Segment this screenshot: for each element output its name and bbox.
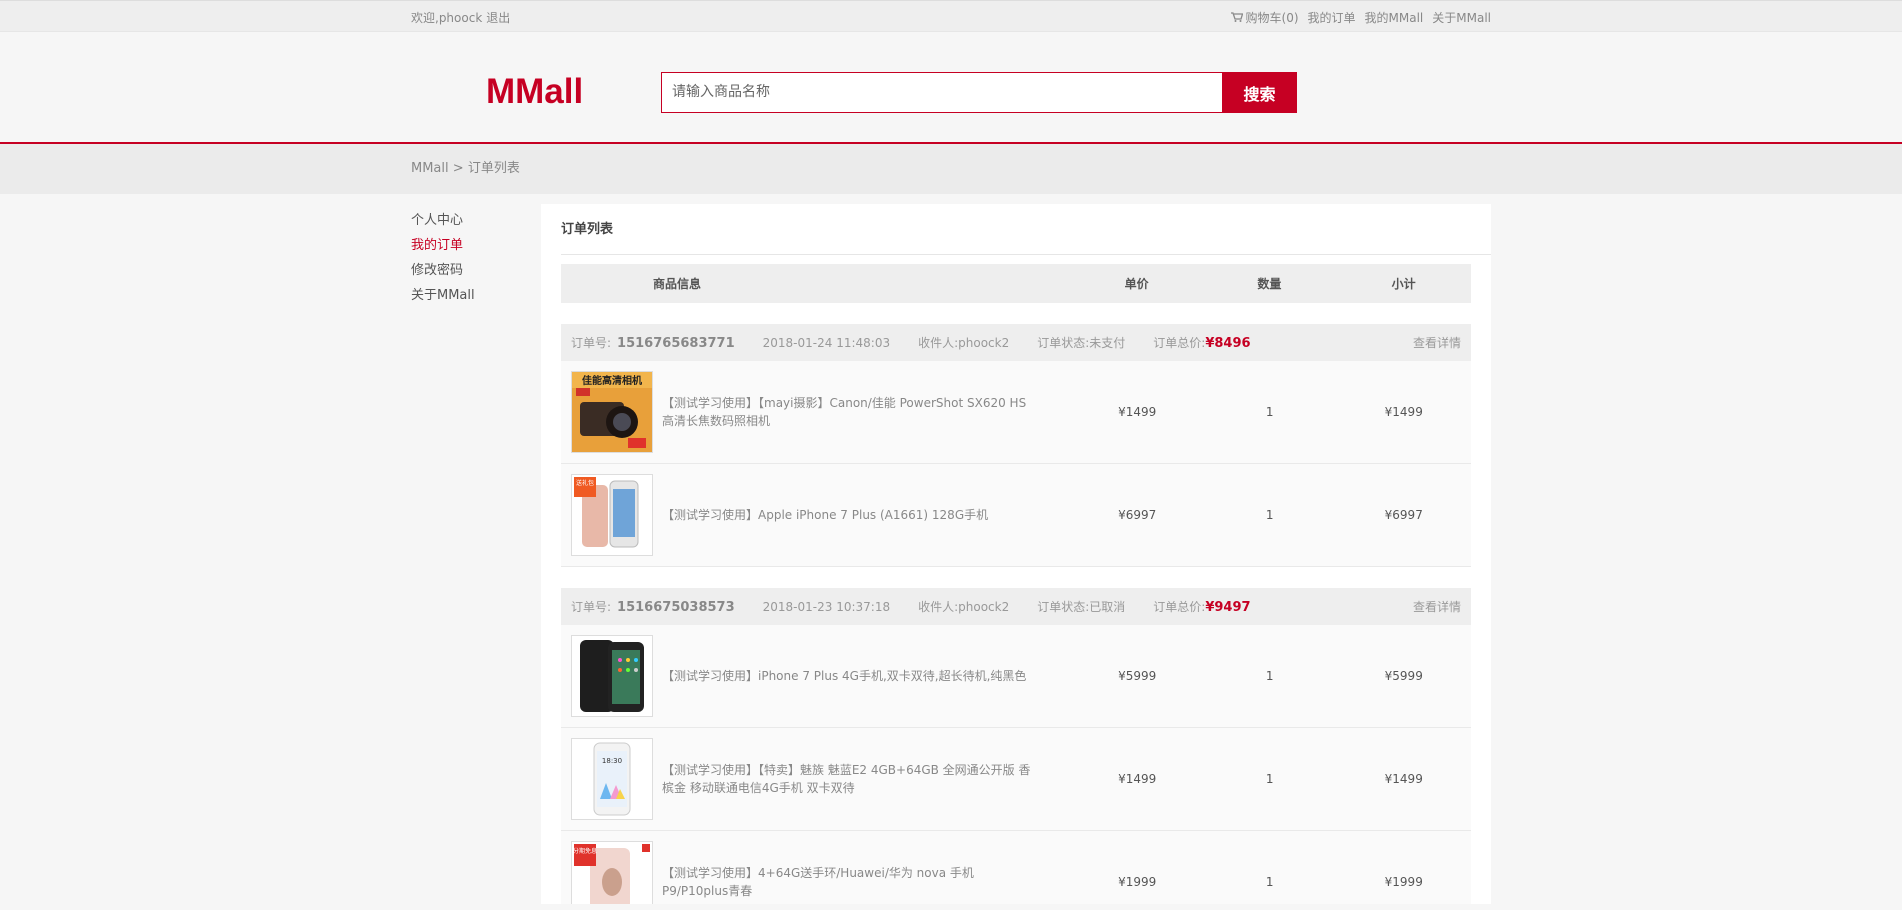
- product-name[interactable]: 【测试学习使用】4+64G送手环/Huawei/华为 nova 手机P9/P10…: [653, 864, 1071, 900]
- order-total: ¥9497: [1205, 600, 1251, 615]
- huawei-image: 分期免息: [572, 842, 652, 904]
- order-number: 1516765683771: [617, 336, 735, 351]
- product-price: ¥1499: [1118, 405, 1157, 419]
- iphone-rose-image: 送礼包: [572, 475, 652, 555]
- thumbnail-caption: 分期免息: [573, 847, 597, 855]
- product-quantity: 1: [1265, 772, 1274, 786]
- sidebar-item-change-password[interactable]: 修改密码: [411, 258, 541, 283]
- order-list-panel: 订单列表 商品信息 单价 数量 小计 订单号: 1516765683771 201…: [541, 204, 1491, 904]
- product-quantity: 1: [1265, 875, 1274, 889]
- order-time: 2018-01-23 10:37:18: [762, 599, 891, 614]
- breadcrumb: MMall > 订单列表: [0, 144, 1902, 194]
- thumbnail-caption: 送礼包: [576, 479, 594, 487]
- breadcrumb-current: 订单列表: [467, 161, 520, 176]
- logout-link[interactable]: 退出: [486, 11, 510, 25]
- cart-link[interactable]: 购物车(0): [1230, 9, 1299, 26]
- column-total: 小计: [1391, 277, 1416, 291]
- order-total: ¥8496: [1205, 336, 1251, 351]
- meizu-image: 18:30: [572, 739, 652, 819]
- status-label: 订单状态:: [1037, 336, 1090, 350]
- total-label: 订单总价:: [1153, 336, 1206, 350]
- welcome-text: 欢迎,phoock: [411, 10, 483, 25]
- my-orders-link[interactable]: 我的订单: [1308, 9, 1356, 26]
- product-thumbnail[interactable]: 送礼包: [571, 474, 653, 556]
- product-row: 18:30 【测试学习使用】【特卖】魅族 魅蓝E2 4GB+64GB 全网通公开…: [561, 728, 1471, 831]
- product-name[interactable]: 【测试学习使用】Apple iPhone 7 Plus (A1661) 128G…: [653, 506, 1071, 524]
- table-header: 商品信息 单价 数量 小计: [561, 264, 1471, 303]
- product-row: 分期免息 【测试学习使用】4+64G送手环/Huawei/华为 nova 手机P…: [561, 831, 1471, 904]
- order-block: 订单号: 1516675038573 2018-01-23 10:37:18 收件…: [561, 588, 1471, 904]
- breadcrumb-home[interactable]: MMall: [411, 161, 449, 176]
- order-no-label: 订单号:: [571, 336, 612, 350]
- product-subtotal: ¥1499: [1384, 405, 1423, 419]
- order-number: 1516675038573: [617, 600, 735, 615]
- header: MMall 请输入商品名称 搜索: [0, 32, 1902, 144]
- product-subtotal: ¥5999: [1384, 669, 1423, 683]
- thumbnail-caption: 18:30: [602, 757, 622, 765]
- product-quantity: 1: [1265, 669, 1274, 683]
- status-label: 订单状态:: [1037, 600, 1090, 614]
- search-input[interactable]: 请输入商品名称: [661, 72, 1222, 113]
- product-name[interactable]: 【测试学习使用】iPhone 7 Plus 4G手机,双卡双待,超长待机,纯黑色: [653, 667, 1071, 685]
- search-bar: 请输入商品名称 搜索: [661, 72, 1297, 113]
- product-quantity: 1: [1265, 508, 1274, 522]
- total-label: 订单总价:: [1153, 600, 1206, 614]
- panel-title: 订单列表: [561, 204, 1491, 255]
- product-price: ¥6997: [1118, 508, 1157, 522]
- product-price: ¥5999: [1118, 669, 1157, 683]
- search-button[interactable]: 搜索: [1222, 72, 1297, 113]
- about-link[interactable]: 关于MMall: [1432, 9, 1491, 26]
- view-detail-link[interactable]: 查看详情: [1413, 334, 1461, 351]
- column-info: 商品信息: [653, 277, 702, 291]
- sidebar-item-my-orders[interactable]: 我的订单: [411, 233, 541, 258]
- receiver-label: 收件人:: [918, 600, 959, 614]
- sidebar-item-user-center[interactable]: 个人中心: [411, 208, 541, 233]
- product-thumbnail[interactable]: 分期免息: [571, 841, 653, 904]
- product-name[interactable]: 【测试学习使用】【mayi摄影】Canon/佳能 PowerShot SX620…: [653, 394, 1071, 430]
- product-subtotal: ¥1499: [1384, 772, 1423, 786]
- product-thumbnail[interactable]: 佳能高清相机: [571, 371, 653, 453]
- order-header: 订单号: 1516675038573 2018-01-23 10:37:18 收件…: [561, 588, 1471, 625]
- camera-image: 佳能高清相机: [572, 372, 652, 452]
- thumbnail-caption: 佳能高清相机: [582, 374, 642, 387]
- sidebar-item-about[interactable]: 关于MMall: [411, 283, 541, 308]
- product-name[interactable]: 【测试学习使用】【特卖】魅族 魅蓝E2 4GB+64GB 全网通公开版 香槟金 …: [653, 761, 1071, 797]
- receiver-label: 收件人:: [918, 336, 959, 350]
- logo[interactable]: MMall: [486, 72, 583, 112]
- product-subtotal: ¥1999: [1384, 875, 1423, 889]
- product-row: 佳能高清相机 【测试学习使用】【mayi摄影】Canon/佳能 PowerSho…: [561, 361, 1471, 464]
- my-mmall-link[interactable]: 我的MMall: [1365, 9, 1424, 26]
- product-subtotal: ¥6997: [1384, 508, 1423, 522]
- order-status: 已取消: [1089, 600, 1126, 614]
- product-thumbnail[interactable]: 18:30: [571, 738, 653, 820]
- view-detail-link[interactable]: 查看详情: [1413, 598, 1461, 615]
- order-header: 订单号: 1516765683771 2018-01-24 11:48:03 收件…: [561, 324, 1471, 361]
- cart-label: 购物车(0): [1245, 10, 1299, 25]
- column-count: 数量: [1257, 277, 1282, 291]
- receiver-name: phoock2: [958, 336, 1010, 350]
- order-block: 订单号: 1516765683771 2018-01-24 11:48:03 收件…: [561, 324, 1471, 567]
- order-time: 2018-01-24 11:48:03: [762, 335, 891, 350]
- top-nav: 欢迎,phoock 退出 购物车(0) 我的订单 我的MMall 关于MMall: [0, 0, 1902, 32]
- column-price: 单价: [1124, 277, 1149, 291]
- order-status: 未支付: [1089, 336, 1126, 350]
- product-row: 送礼包 【测试学习使用】Apple iPhone 7 Plus (A1661) …: [561, 464, 1471, 567]
- iphone-black-image: [572, 636, 652, 716]
- cart-icon: [1230, 12, 1243, 22]
- breadcrumb-separator: >: [452, 161, 464, 176]
- product-price: ¥1499: [1118, 772, 1157, 786]
- sidebar: 个人中心 我的订单 修改密码 关于MMall: [411, 204, 541, 904]
- order-no-label: 订单号:: [571, 600, 612, 614]
- product-thumbnail[interactable]: [571, 635, 653, 717]
- product-quantity: 1: [1265, 405, 1274, 419]
- product-row: 【测试学习使用】iPhone 7 Plus 4G手机,双卡双待,超长待机,纯黑色…: [561, 625, 1471, 728]
- receiver-name: phoock2: [958, 600, 1010, 614]
- product-price: ¥1999: [1118, 875, 1157, 889]
- welcome-area: 欢迎,phoock 退出: [411, 9, 514, 26]
